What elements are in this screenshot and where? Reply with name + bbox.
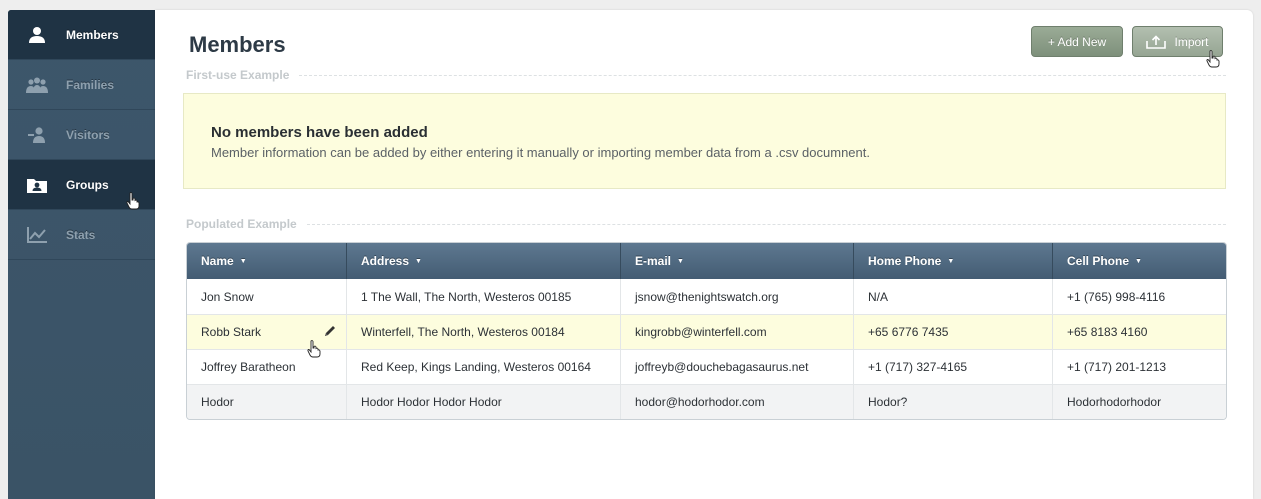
section-label-populated: Populated Example	[186, 217, 1226, 231]
sidebar-item-groups[interactable]: Groups	[8, 160, 155, 210]
cell-email: jsnow@thenightswatch.org	[621, 279, 854, 314]
cell-address: Hodor Hodor Hodor Hodor	[347, 385, 621, 419]
column-header-label: Home Phone	[868, 254, 942, 268]
table-header: Name ▼ Address ▼ E-mail ▼ Home Phone ▼ Cell …	[187, 243, 1226, 279]
notice-body: Member information can be added by eithe…	[211, 145, 870, 160]
family-icon	[26, 76, 48, 94]
import-button-label: Import	[1174, 34, 1209, 49]
cell-email: kingrobb@winterfell.com	[621, 315, 854, 349]
cell-cell-phone: +1 (717) 201-1213	[1067, 360, 1167, 374]
cell-name: Joffrey Baratheon	[187, 350, 347, 384]
column-header-home-phone[interactable]: Home Phone ▼	[854, 243, 1053, 279]
sidebar-item-stats[interactable]: Stats	[8, 210, 155, 260]
column-header-label: Cell Phone	[1067, 254, 1130, 268]
cell-address: Winterfell, The North, Westeros 00184	[347, 315, 621, 349]
cell-email: joffreyb@douchebagasaurus.net	[621, 350, 854, 384]
cell-name: Hodor	[187, 385, 347, 419]
column-header-label: Address	[361, 254, 410, 268]
cell-home-phone: Hodor?	[854, 385, 1053, 419]
empty-state-notice: No members have been added Member inform…	[183, 93, 1226, 189]
sort-arrow-icon: ▼	[415, 257, 422, 265]
group-folder-icon	[26, 176, 48, 194]
sort-arrow-icon: ▼	[1135, 257, 1142, 265]
sidebar-item-label: Groups	[66, 177, 109, 192]
sidebar-item-label: Stats	[66, 227, 96, 242]
cell-address: Red Keep, Kings Landing, Westeros 00164	[347, 350, 621, 384]
cell-cell-phone: +65 8183 4160	[1067, 325, 1148, 339]
visitor-icon	[26, 126, 48, 144]
chart-icon	[26, 226, 48, 244]
table-row[interactable]: Joffrey Baratheon Red Keep, Kings Landin…	[187, 349, 1226, 384]
page-title: Members	[189, 32, 286, 57]
hand-cursor-icon	[126, 192, 140, 210]
cell-name-text: Robb Stark	[201, 325, 262, 339]
hand-cursor-icon	[1206, 50, 1220, 68]
cell-cell-phone: Hodorhodorhodor	[1067, 395, 1162, 409]
cell-address: 1 The Wall, The North, Westeros 00185	[347, 279, 621, 314]
section-label-text: Populated Example	[186, 217, 297, 231]
section-divider	[299, 74, 1226, 76]
section-label-text: First-use Example	[186, 68, 290, 82]
sidebar-item-label: Families	[66, 77, 115, 92]
import-icon	[1146, 34, 1167, 49]
sidebar-item-visitors[interactable]: Visitors	[8, 110, 155, 160]
cell-home-phone: +1 (717) 327-4165	[854, 350, 1053, 384]
user-icon	[26, 26, 48, 44]
sort-arrow-icon: ▼	[947, 257, 955, 265]
cell-name: Jon Snow	[187, 279, 347, 314]
column-header-email[interactable]: E-mail ▼	[621, 243, 854, 279]
column-header-label: E-mail	[635, 254, 672, 268]
sort-arrow-icon: ▼	[239, 257, 247, 265]
main-panel: Members + Add New Import First-use Examp…	[155, 10, 1253, 499]
column-header-address[interactable]: Address ▼	[347, 243, 621, 279]
column-header-cell-phone[interactable]: Cell Phone ▼	[1053, 243, 1226, 279]
sidebar: Members Families Visitors Groups Stats	[8, 10, 155, 499]
sidebar-item-label: Visitors	[66, 127, 110, 142]
cell-cell-phone: +1 (765) 998-4116	[1067, 289, 1166, 304]
sidebar-item-label: Members	[66, 27, 119, 42]
notice-title: No members have been added	[211, 124, 428, 141]
section-label-first-use: First-use Example	[186, 68, 1226, 82]
add-new-button[interactable]: + Add New	[1031, 26, 1123, 57]
members-table: Name ▼ Address ▼ E-mail ▼ Home Phone ▼ Cell …	[186, 242, 1227, 420]
column-header-label: Name	[201, 254, 234, 268]
table-row[interactable]: Robb Stark Winterfell, The North, Wester…	[187, 314, 1226, 358]
pencil-icon[interactable]	[323, 324, 337, 338]
sidebar-item-members[interactable]: Members	[8, 10, 155, 60]
table-row[interactable]: Jon Snow 1 The Wall, The North, Westeros…	[187, 279, 1226, 314]
sort-arrow-icon: ▼	[677, 257, 684, 265]
cell-email: hodor@hodorhodor.com	[621, 385, 854, 419]
cell-home-phone: N/A	[854, 279, 1053, 314]
cell-home-phone: +65 6776 7435	[854, 315, 1053, 349]
section-divider	[306, 223, 1226, 225]
table-row[interactable]: Hodor Hodor Hodor Hodor Hodor hodor@hodo…	[187, 384, 1226, 419]
sidebar-item-families[interactable]: Families	[8, 60, 155, 110]
cell-name: Robb Stark	[187, 315, 347, 358]
column-header-name[interactable]: Name ▼	[187, 243, 347, 279]
